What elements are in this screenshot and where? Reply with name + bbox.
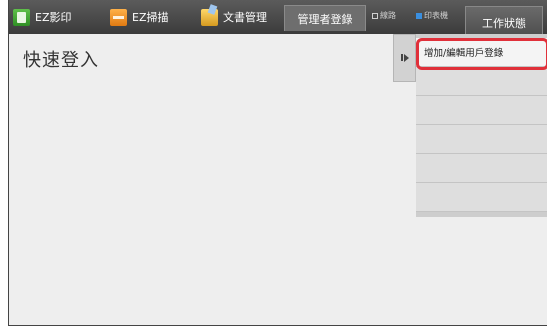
tab-ez-copy-label: EZ影印 — [35, 11, 72, 24]
app-frame: EZ影印 EZ掃描 文書管理 管理者登錄 線路 印表機 工作狀態 快速登入 增加… — [8, 0, 547, 326]
printer-status-label: 印表機 — [424, 11, 448, 20]
tab-ez-scan[interactable]: EZ掃描 — [110, 0, 169, 34]
action-panel: 增加/編輯用戶登錄 — [416, 34, 547, 217]
collapse-arrow-icon — [403, 54, 409, 62]
tab-ez-scan-label: EZ掃描 — [132, 11, 169, 24]
admin-login-button[interactable]: 管理者登錄 — [284, 5, 366, 31]
action-item-empty-5[interactable] — [416, 183, 547, 212]
collapse-bar-icon — [400, 54, 403, 61]
action-item-empty-4[interactable] — [416, 154, 547, 183]
side-panel-toggle-button[interactable] — [393, 34, 416, 82]
page-title: 快速登入 — [23, 50, 99, 71]
line-status-indicator: 線路 — [372, 10, 396, 21]
job-status-button[interactable]: 工作狀態 — [465, 6, 543, 34]
document-folder-icon — [201, 8, 218, 26]
printer-status-icon — [416, 12, 422, 19]
line-status-icon — [372, 12, 378, 19]
scan-icon — [110, 8, 127, 26]
tab-ez-copy[interactable]: EZ影印 — [13, 0, 72, 34]
line-status-label: 線路 — [380, 11, 396, 20]
action-item-empty-2[interactable] — [416, 96, 547, 125]
printer-status-indicator: 印表機 — [416, 10, 448, 21]
action-item-empty-1[interactable] — [416, 67, 547, 96]
add-edit-user-button[interactable]: 增加/編輯用戶登錄 — [416, 38, 547, 67]
tab-document-filing[interactable]: 文書管理 — [201, 0, 267, 34]
add-edit-user-label: 增加/編輯用戶登錄 — [424, 48, 504, 59]
admin-login-label: 管理者登錄 — [297, 12, 353, 26]
copy-icon — [13, 8, 30, 26]
top-bar: EZ影印 EZ掃描 文書管理 管理者登錄 線路 印表機 工作狀態 — [9, 0, 547, 34]
tab-document-filing-label: 文書管理 — [223, 11, 267, 24]
action-item-empty-3[interactable] — [416, 125, 547, 154]
job-status-label: 工作狀態 — [482, 17, 526, 30]
